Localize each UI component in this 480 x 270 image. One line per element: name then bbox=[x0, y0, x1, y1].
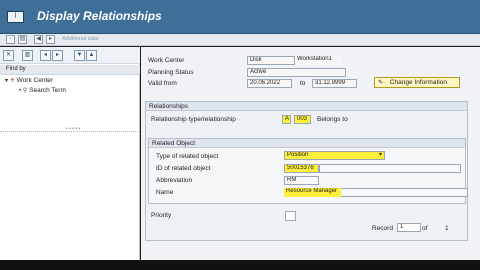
nav-splitter[interactable] bbox=[0, 131, 140, 133]
cancel-icon[interactable]: ✕ bbox=[3, 50, 14, 61]
copy-icon[interactable]: ▤ bbox=[18, 35, 27, 44]
planning-status-field[interactable]: Active bbox=[247, 68, 346, 77]
change-information-button[interactable]: ✎· Change Information bbox=[374, 77, 460, 88]
window-title: Display Relationships bbox=[37, 9, 162, 23]
related-object-header: Related Object bbox=[149, 139, 465, 148]
related-id-field[interactable]: 50015376 bbox=[284, 164, 319, 173]
collapse-icon[interactable]: ▲ bbox=[86, 50, 97, 61]
related-id-label: ID of related object bbox=[156, 165, 211, 172]
priority-field[interactable] bbox=[285, 211, 296, 221]
additional-data-button[interactable]: Additional data bbox=[62, 36, 98, 42]
related-id-extension bbox=[319, 164, 461, 173]
related-type-label: Type of related object bbox=[156, 153, 219, 160]
work-center-icon: ✳ bbox=[9, 78, 15, 84]
find-by-header: Find by bbox=[0, 65, 140, 75]
tree-node-search-term[interactable]: • ⚲ Search Term bbox=[19, 87, 66, 94]
related-type-dropdown[interactable]: Position ▾ bbox=[284, 151, 385, 160]
relationships-header: Relationships bbox=[146, 102, 467, 111]
record-total: 1 bbox=[445, 225, 449, 232]
app-menu-icon[interactable]: ꟾ bbox=[7, 11, 24, 23]
record-of-label: of bbox=[422, 225, 428, 232]
relationship-type-field[interactable]: A bbox=[282, 115, 291, 124]
main-content: Work Center Disk Workstation1 Planning S… bbox=[141, 47, 480, 260]
exit-icon[interactable]: ▸ bbox=[46, 35, 55, 44]
tree-node-label: Work Center bbox=[16, 77, 54, 84]
tree-bullet-icon: • bbox=[19, 88, 22, 94]
work-center-abbr-field[interactable]: Disk bbox=[247, 56, 295, 65]
to-label: to bbox=[300, 80, 306, 87]
relationship-type-label: Relationship type/relationship bbox=[151, 116, 236, 123]
tree-toggle-icon[interactable]: ▾ bbox=[5, 78, 8, 84]
change-info-icon: ✎· bbox=[378, 80, 386, 86]
change-information-label: Change Information bbox=[389, 79, 447, 86]
copy-icon[interactable]: ▥ bbox=[22, 50, 33, 61]
relationship-text: Belongs to bbox=[317, 116, 348, 123]
expand-icon[interactable]: ▼ bbox=[74, 50, 85, 61]
abbreviation-label: Abbreviation bbox=[156, 177, 193, 184]
abbreviation-field[interactable]: RM bbox=[284, 176, 319, 185]
valid-from-field[interactable]: 20.06.2022 bbox=[247, 79, 292, 88]
name-label: Name bbox=[156, 189, 174, 196]
relationship-code-field[interactable]: 003 bbox=[294, 115, 311, 124]
priority-label: Priority bbox=[151, 212, 172, 219]
work-center-label: Work Center bbox=[148, 57, 185, 64]
back-icon[interactable]: ◀ bbox=[34, 35, 43, 44]
save-icon[interactable]: ▫ bbox=[6, 35, 15, 44]
tree-node-label: Search Term bbox=[29, 87, 66, 94]
dropdown-icon[interactable]: ▾ bbox=[379, 152, 382, 159]
related-type-value: Position bbox=[287, 152, 309, 158]
back-icon[interactable]: ◂ bbox=[40, 50, 51, 61]
planning-status-label: Planning Status bbox=[148, 69, 194, 76]
nav-toolbar: ✕ ▥ ◂ ▸ ▼ ▲ bbox=[0, 47, 140, 64]
work-center-name: Workstation1 bbox=[295, 56, 341, 65]
bottom-border bbox=[0, 260, 480, 270]
navigation-panel: ✕ ▥ ◂ ▸ ▼ ▲ Find by ▾ ✳ Work Center • ⚲ … bbox=[0, 47, 140, 260]
record-current-field[interactable]: 1 bbox=[397, 223, 421, 232]
exit-icon[interactable]: ▸ bbox=[52, 50, 63, 61]
tree-node-work-center[interactable]: ▾ ✳ Work Center bbox=[5, 77, 53, 84]
name-value: Resource Manager bbox=[284, 188, 341, 197]
search-icon: ⚲ bbox=[22, 88, 28, 94]
valid-from-label: Valid from bbox=[148, 80, 177, 87]
valid-to-field[interactable]: 31.12.9999 bbox=[312, 79, 357, 88]
record-label: Record bbox=[372, 225, 393, 232]
